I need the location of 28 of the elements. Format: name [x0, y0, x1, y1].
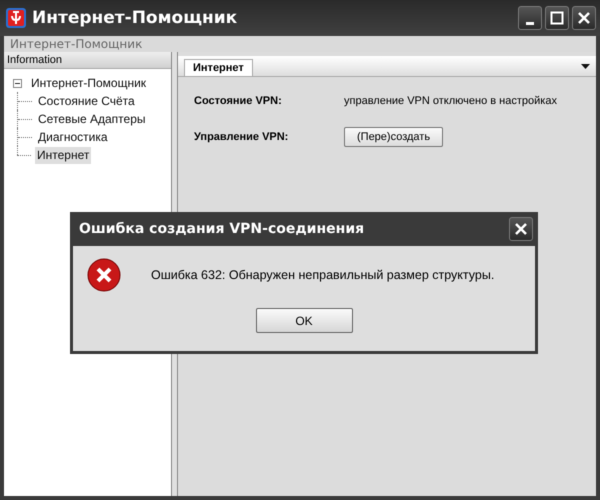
- close-button[interactable]: [509, 217, 533, 241]
- tree-item[interactable]: Сетевые Адаптеры: [36, 110, 148, 128]
- collapse-icon[interactable]: [13, 79, 22, 88]
- app-logo-icon: [6, 8, 26, 28]
- window-title: Интернет-Помощник: [32, 8, 238, 28]
- dropdown-icon[interactable]: [581, 64, 590, 70]
- close-button[interactable]: [572, 6, 596, 30]
- maximize-button[interactable]: [545, 6, 569, 30]
- close-icon: [577, 11, 591, 25]
- minimize-icon: [526, 22, 534, 24]
- panel-header: Information: [4, 52, 171, 69]
- field-label: Управление VPN:: [194, 131, 290, 143]
- tree-item[interactable]: Состояние Счёта: [36, 92, 137, 110]
- status-text: управление VPN отключено в настройках: [344, 95, 557, 107]
- tree-item[interactable]: Интернет: [35, 146, 92, 164]
- tree-item[interactable]: Интернет-Помощник: [29, 75, 148, 92]
- error-message: Ошибка 632: Обнаружен неправильный размер структуры.: [151, 268, 494, 282]
- ok-button[interactable]: OK: [256, 308, 352, 333]
- maximize-icon: [550, 11, 564, 25]
- tree-item[interactable]: Диагностика: [36, 128, 110, 146]
- dialog-title: Ошибка создания VPN-соединения: [79, 221, 364, 237]
- menu-item[interactable]: Интернет-Помощник: [10, 37, 142, 51]
- recreate-button[interactable]: (Пере)создать: [344, 127, 444, 147]
- error-icon: [87, 258, 121, 292]
- close-icon: [514, 222, 528, 236]
- tab[interactable]: Интернет: [184, 59, 253, 76]
- field-label: Состояние VPN:: [194, 95, 283, 107]
- minimize-button[interactable]: [518, 6, 542, 30]
